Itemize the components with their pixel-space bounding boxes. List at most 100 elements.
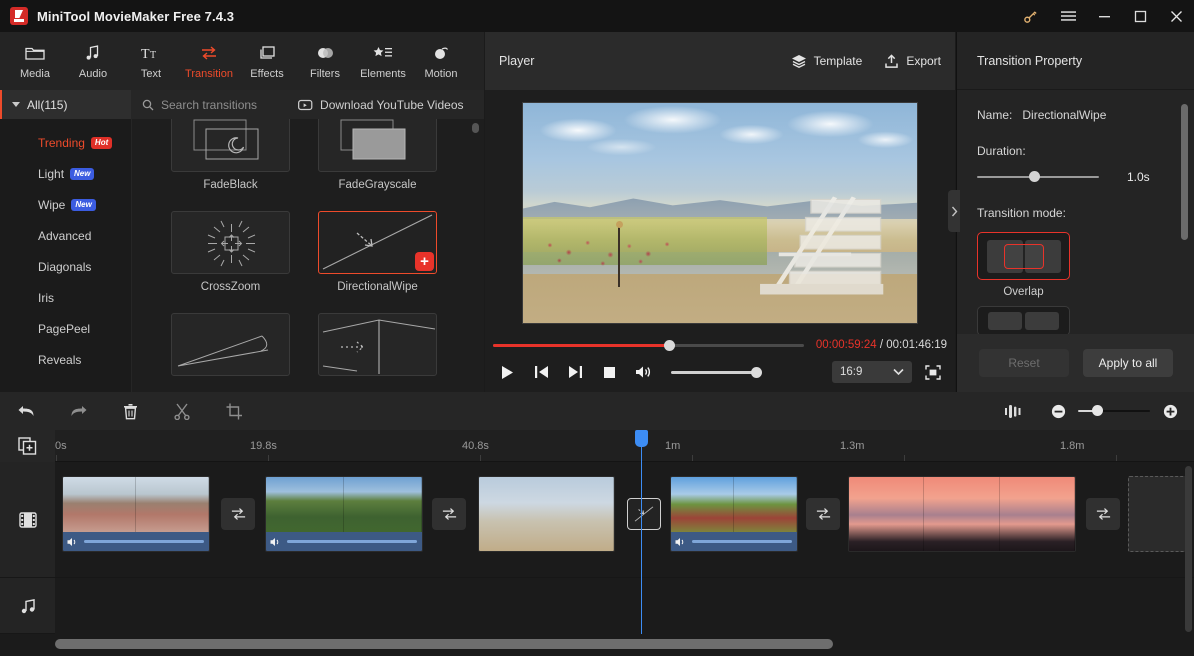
zoom-handle[interactable] <box>1091 405 1103 416</box>
transition-thumbnail[interactable] <box>318 313 437 376</box>
timeline-zoom-slider[interactable] <box>1078 405 1150 416</box>
transition-thumbnail[interactable] <box>171 119 290 172</box>
tab-motion[interactable]: Motion <box>412 32 470 90</box>
transition-thumbnail[interactable] <box>171 313 290 376</box>
clip-frame <box>671 477 734 534</box>
timeline-transition[interactable] <box>432 498 466 530</box>
play-button[interactable] <box>497 362 517 382</box>
volume-icon[interactable] <box>675 537 687 547</box>
transition-thumbnail[interactable]: + <box>318 211 437 274</box>
property-scrollbar[interactable] <box>1181 104 1188 240</box>
transition-mode-next[interactable] <box>977 306 1070 336</box>
transition-mode-overlap[interactable] <box>977 232 1070 280</box>
stop-icon <box>603 366 615 378</box>
minimize-icon[interactable] <box>1086 0 1122 32</box>
transition-thumbnail[interactable] <box>318 119 437 172</box>
apply-to-all-button[interactable]: Apply to all <box>1083 349 1173 377</box>
timeline-transition[interactable] <box>806 498 840 530</box>
category-light[interactable]: Light New <box>0 158 131 189</box>
video-track-header[interactable] <box>0 462 55 578</box>
undo-button[interactable] <box>0 392 52 430</box>
previous-frame-button[interactable] <box>531 362 551 382</box>
transition-name: DirectionalWipe <box>337 281 418 293</box>
scrubber-handle[interactable] <box>663 340 675 351</box>
timeline-transition[interactable] <box>221 498 255 530</box>
fit-timeline-button[interactable] <box>986 392 1038 430</box>
add-transition-button[interactable]: + <box>415 252 434 271</box>
timeline-playhead[interactable] <box>635 430 648 636</box>
key-icon[interactable] <box>1010 0 1050 32</box>
category-trending[interactable]: Trending Hot <box>0 127 131 158</box>
timeline-vertical-scrollbar[interactable] <box>1185 466 1192 632</box>
tab-elements[interactable]: Elements <box>354 32 412 90</box>
maximize-icon[interactable] <box>1122 0 1158 32</box>
audio-track-lane[interactable] <box>55 578 1194 634</box>
clip-frame <box>136 477 209 534</box>
playback-scrubber[interactable] <box>493 340 804 351</box>
export-button[interactable]: Export <box>884 53 941 69</box>
timeline-clip[interactable] <box>62 476 210 552</box>
transition-thumbnail[interactable] <box>171 211 290 274</box>
tab-media[interactable]: Media <box>6 32 64 90</box>
zoom-out-button[interactable] <box>1048 392 1068 430</box>
transition-item-fadegrayscale[interactable]: FadeGrayscale <box>318 119 437 191</box>
download-youtube-button[interactable]: Download YouTube Videos <box>298 98 464 112</box>
delete-icon <box>123 403 137 419</box>
close-icon[interactable] <box>1158 0 1194 32</box>
all-categories-dropdown[interactable]: All(115) <box>0 90 131 119</box>
transition-item-fadeblack[interactable]: FadeBlack <box>171 119 290 191</box>
transition-item-partial-1[interactable] <box>171 313 290 376</box>
category-advanced[interactable]: Advanced <box>0 220 131 251</box>
transition-item-crosszoom[interactable]: CrossZoom <box>171 211 290 293</box>
playhead-handle[interactable] <box>635 430 648 447</box>
category-wipe[interactable]: Wipe New <box>0 189 131 220</box>
timeline-clip[interactable] <box>265 476 423 552</box>
category-diagonals[interactable]: Diagonals <box>0 251 131 282</box>
crop-button[interactable] <box>208 392 260 430</box>
next-frame-button[interactable] <box>565 362 585 382</box>
transition-item-partial-2[interactable] <box>318 313 437 376</box>
volume-icon[interactable] <box>270 537 282 547</box>
search-input[interactable]: Search transitions <box>142 98 257 112</box>
video-preview[interactable] <box>522 101 918 324</box>
empty-clip-placeholder[interactable] <box>1128 476 1190 552</box>
zoom-in-button[interactable] <box>1160 392 1180 430</box>
library-scrollbar[interactable] <box>472 123 479 133</box>
duration-slider[interactable] <box>977 171 1099 182</box>
timeline-horizontal-scrollbar[interactable] <box>55 639 833 649</box>
redo-button[interactable] <box>52 392 104 430</box>
category-reveals[interactable]: Reveals <box>0 344 131 375</box>
reset-button[interactable]: Reset <box>979 349 1069 377</box>
timeline-clip[interactable] <box>478 476 615 552</box>
tab-effects[interactable]: Effects <box>238 32 296 90</box>
delete-button[interactable] <box>104 392 156 430</box>
add-media-button[interactable] <box>0 430 55 462</box>
timeline-transition-selected[interactable] <box>627 498 661 530</box>
audio-track-header[interactable] <box>0 578 55 634</box>
tab-transition[interactable]: Transition <box>180 32 238 90</box>
timeline-clip[interactable] <box>848 476 1076 552</box>
tab-text[interactable]: TT Text <box>122 32 180 90</box>
timeline-ruler[interactable]: 0s 19.8s 40.8s 1m 1.3m 1.8m <box>0 430 1194 462</box>
hamburger-menu-icon[interactable] <box>1050 0 1086 32</box>
split-button[interactable] <box>156 392 208 430</box>
volume-handle[interactable] <box>751 367 762 378</box>
aspect-ratio-select[interactable]: 16:9 <box>832 361 912 383</box>
transition-item-directionalwipe[interactable]: + DirectionalWipe <box>318 211 437 293</box>
volume-button[interactable] <box>633 362 653 382</box>
timeline-clip[interactable] <box>670 476 798 552</box>
panel-collapse-toggle[interactable] <box>948 190 960 232</box>
chevron-right-icon <box>951 206 957 216</box>
template-button[interactable]: Template <box>791 54 862 68</box>
video-track-lane[interactable] <box>55 462 1194 578</box>
category-pagepeel[interactable]: PagePeel <box>0 313 131 344</box>
duration-handle[interactable] <box>1029 171 1041 182</box>
tab-audio[interactable]: Audio <box>64 32 122 90</box>
volume-icon[interactable] <box>67 537 79 547</box>
timeline-transition[interactable] <box>1086 498 1120 530</box>
fullscreen-button[interactable] <box>923 362 943 382</box>
volume-slider[interactable] <box>671 367 762 378</box>
category-iris[interactable]: Iris <box>0 282 131 313</box>
stop-button[interactable] <box>599 362 619 382</box>
tab-filters[interactable]: Filters <box>296 32 354 90</box>
